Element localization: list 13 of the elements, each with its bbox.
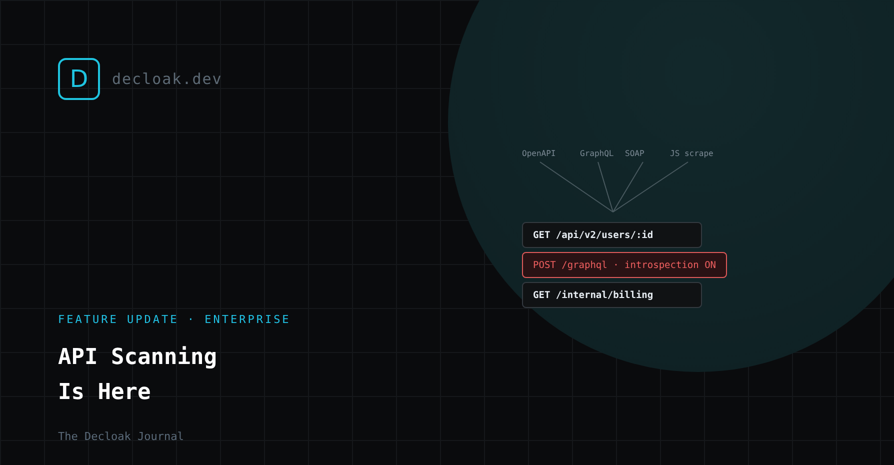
source-label: GraphQL xyxy=(580,149,614,158)
publication-name: The Decloak Journal xyxy=(58,430,185,443)
headline: API Scanning xyxy=(58,344,218,372)
brand-name: decloak.dev xyxy=(112,70,222,88)
source-label: SOAP xyxy=(625,149,644,158)
endpoint-row: GET /internal/billing xyxy=(522,282,702,308)
logo-icon: D xyxy=(58,58,100,100)
source-label: OpenAPI xyxy=(522,149,556,158)
endpoint-row: POST /graphql · introspection ON xyxy=(522,252,728,278)
headline: Is Here xyxy=(58,379,152,407)
eyebrow-label: FEATURE UPDATE · ENTERPRISE xyxy=(58,313,292,326)
source-label: JS scrape xyxy=(670,149,714,158)
endpoint-row: GET /api/v2/users/:id xyxy=(522,222,702,248)
